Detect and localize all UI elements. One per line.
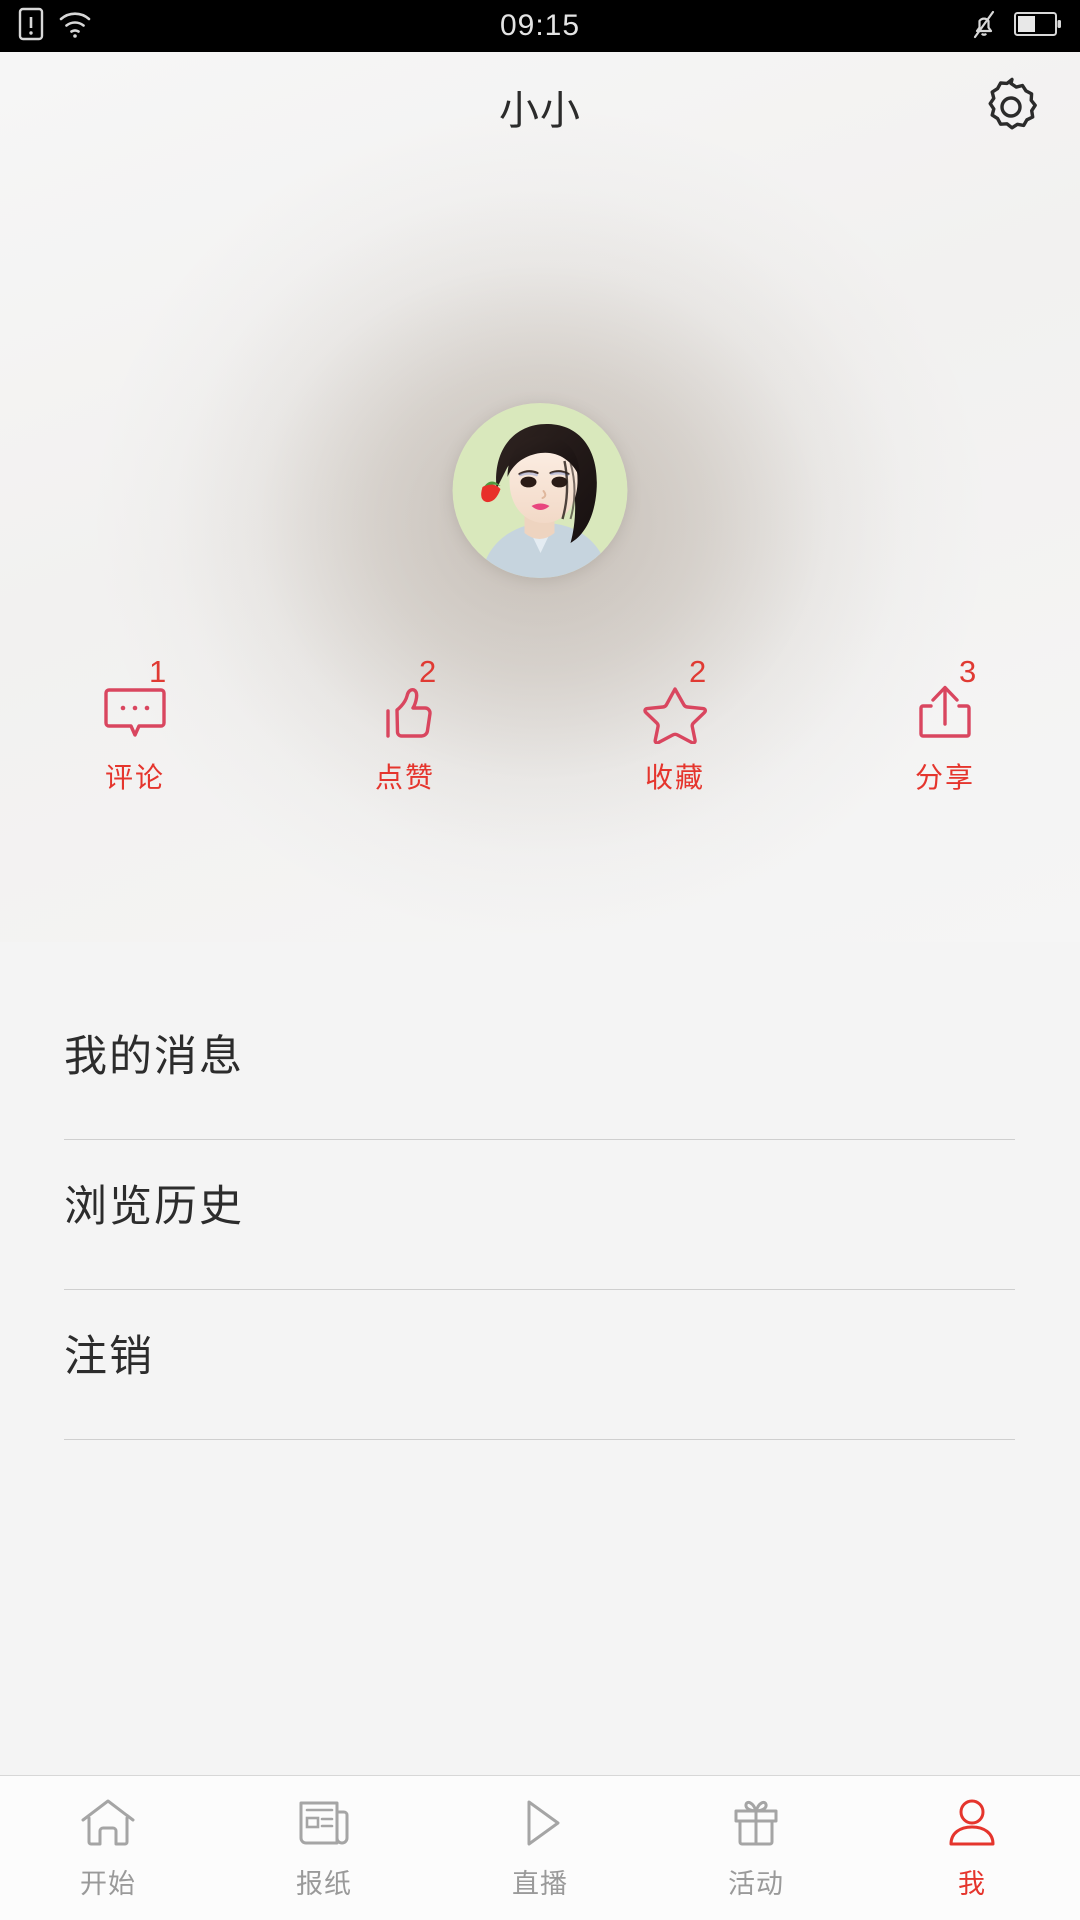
comment-label: 评论 bbox=[104, 762, 165, 793]
person-icon bbox=[949, 1799, 995, 1845]
menu-item-label: 注销 bbox=[64, 1333, 154, 1381]
play-icon bbox=[527, 1800, 560, 1845]
app-root: 09:15 小小 1 评论 2 点赞 2 收藏 3 分享 我的消息 浏览历史 注… bbox=[0, 0, 1080, 1920]
tab-me[interactable]: 我 bbox=[864, 1776, 1080, 1920]
status-bar-clock: 09:15 bbox=[499, 9, 581, 42]
menu-item-logout[interactable]: 注销 bbox=[0, 1290, 1080, 1440]
gear-icon[interactable] bbox=[976, 72, 1046, 142]
battery-icon bbox=[1014, 11, 1062, 42]
tab-label: 活动 bbox=[728, 1868, 784, 1899]
share-icon bbox=[919, 685, 971, 738]
tab-activity[interactable]: 活动 bbox=[648, 1776, 864, 1920]
tab-newspaper[interactable]: 报纸 bbox=[216, 1776, 432, 1920]
newspaper-icon bbox=[299, 1801, 349, 1844]
user-avatar-photo bbox=[452, 403, 628, 578]
action-comment[interactable]: 1 评论 bbox=[0, 656, 270, 796]
action-favorite[interactable]: 2 收藏 bbox=[540, 656, 810, 796]
menu-item-browse-history[interactable]: 浏览历史 bbox=[0, 1140, 1080, 1290]
tab-label: 我 bbox=[958, 1868, 986, 1899]
like-label: 点赞 bbox=[374, 762, 435, 793]
bottom-tab-bar: 开始 报纸 直播 活动 我 bbox=[0, 1775, 1080, 1920]
tab-live[interactable]: 直播 bbox=[432, 1776, 648, 1920]
like-count: 2 bbox=[419, 654, 437, 689]
divider bbox=[64, 1439, 1015, 1440]
tab-label: 开始 bbox=[80, 1868, 136, 1899]
favorite-count: 2 bbox=[689, 654, 707, 689]
tab-start[interactable]: 开始 bbox=[0, 1776, 216, 1920]
action-share[interactable]: 3 分享 bbox=[810, 656, 1080, 796]
avatar[interactable] bbox=[452, 403, 628, 578]
status-bar: 09:15 bbox=[0, 0, 1080, 52]
share-count: 3 bbox=[959, 654, 977, 689]
favorite-label: 收藏 bbox=[644, 762, 705, 793]
star-icon bbox=[643, 687, 707, 744]
gift-icon bbox=[734, 1800, 778, 1845]
status-bar-right-icons bbox=[970, 8, 1062, 45]
share-label: 分享 bbox=[914, 762, 975, 793]
menu-item-my-messages[interactable]: 我的消息 bbox=[0, 990, 1080, 1140]
tab-label: 直播 bbox=[512, 1868, 568, 1899]
comment-count: 1 bbox=[149, 654, 167, 689]
settings-menu-list: 我的消息 浏览历史 注销 bbox=[0, 990, 1080, 1440]
tab-label: 报纸 bbox=[296, 1868, 352, 1899]
comment-icon bbox=[104, 688, 166, 737]
action-like[interactable]: 2 点赞 bbox=[270, 656, 540, 796]
page-title: 小小 bbox=[499, 89, 581, 133]
menu-item-label: 浏览历史 bbox=[64, 1183, 244, 1231]
profile-stats-row: 1 评论 2 点赞 2 收藏 3 分享 bbox=[0, 656, 1080, 796]
menu-item-label: 我的消息 bbox=[64, 1033, 244, 1081]
home-icon bbox=[81, 1799, 135, 1845]
bell-muted-icon bbox=[970, 8, 998, 45]
thumbs-up-icon bbox=[386, 687, 432, 738]
navbar: 小小 bbox=[0, 52, 1080, 162]
